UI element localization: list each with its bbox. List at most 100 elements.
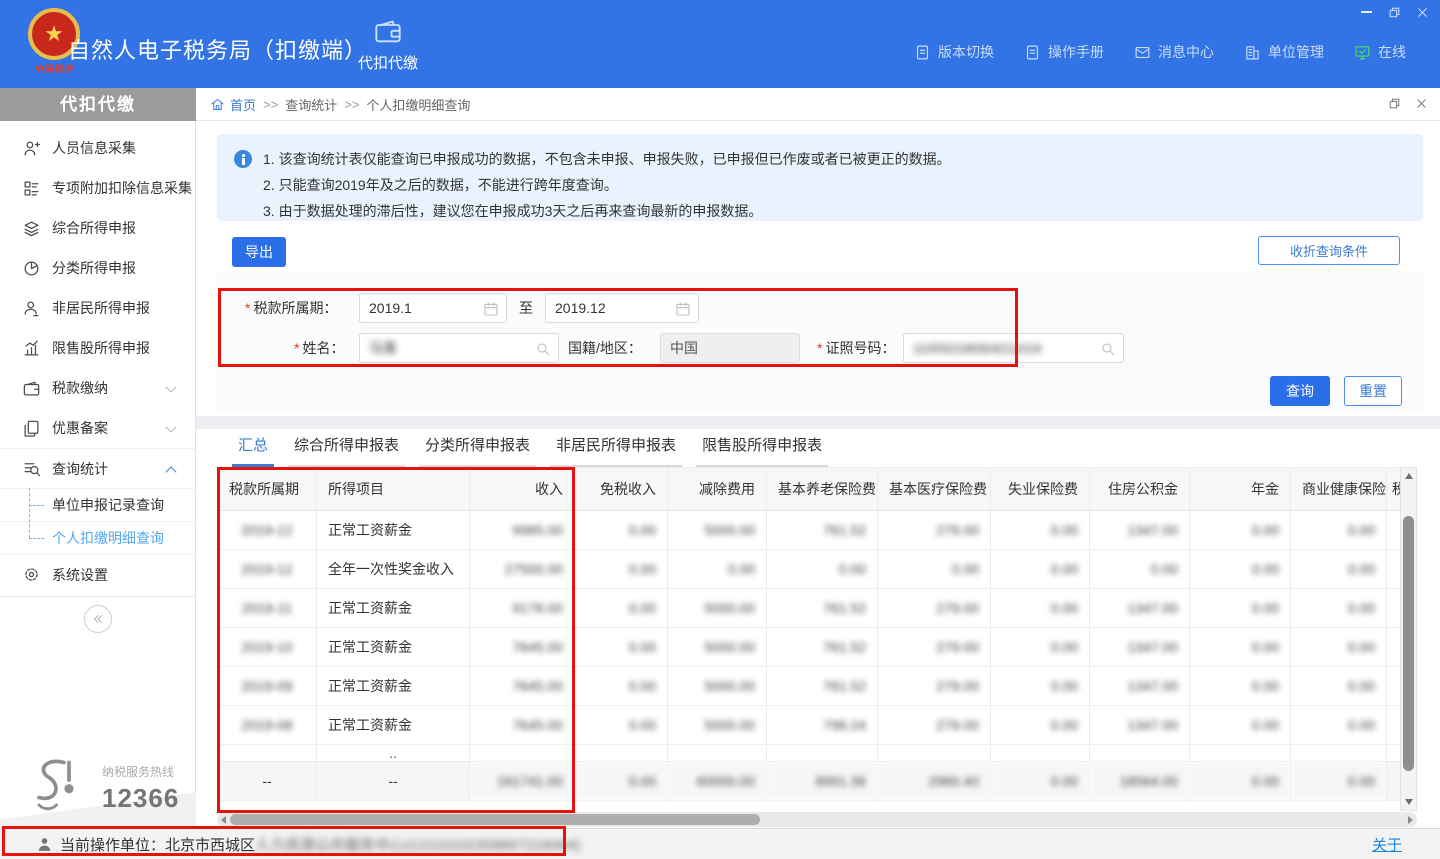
cell-amount: 0.00 <box>1291 628 1387 667</box>
current-unit-public: 北京市西城区 <box>165 834 255 855</box>
column-header: 税款所属期 <box>218 468 317 511</box>
current-unit-label: 当前操作单位： <box>60 834 165 855</box>
close-tab-icon[interactable] <box>1415 97 1428 110</box>
cell-period: 2019-09 <box>218 667 317 706</box>
module-nav-withholding[interactable]: 代扣代缴 <box>350 16 426 73</box>
cell-clipped <box>1190 745 1291 762</box>
sidebar-item-personnel-info[interactable]: 人员信息采集 <box>0 128 195 168</box>
search-list-icon <box>22 459 41 478</box>
total-amount: 0.00 <box>575 762 668 801</box>
vertical-scrollbar-thumb[interactable] <box>1403 516 1414 771</box>
table-total-row: ----161741.000.0060000.008991.362960.400… <box>218 762 1401 801</box>
cell-amount: 5000.00 <box>668 589 767 628</box>
calendar-icon[interactable] <box>483 301 499 317</box>
cell-period: 2019-12 <box>218 511 317 550</box>
cell-amount: 0.00 <box>878 550 991 589</box>
column-header: 减除费用 <box>668 468 767 511</box>
close-icon <box>1416 6 1429 19</box>
period-from-input[interactable]: 2019.1 <box>359 293 507 323</box>
cell-clipped <box>1090 745 1190 762</box>
table-row[interactable]: 2019-12全年一次性奖金收入27500.000.000.000.000.00… <box>218 550 1401 589</box>
sidebar-item-system-settings[interactable]: 系统设置 <box>0 554 195 594</box>
query-button[interactable]: 查询 <box>1270 376 1330 406</box>
bar-chart-icon <box>22 339 41 358</box>
total-amount: 8991.36 <box>767 762 878 801</box>
cell-amount: 9178.00 <box>470 589 575 628</box>
cell-income-item: 正常工资薪金 <box>317 667 470 706</box>
name-input[interactable]: 马某 <box>359 333 559 363</box>
sidebar-collapse-button[interactable] <box>84 605 112 633</box>
message-center-button[interactable]: 消息中心 <box>1134 42 1214 62</box>
cell-amount: 0.00 <box>1190 550 1291 589</box>
manual-button[interactable]: 操作手册 <box>1024 42 1104 62</box>
table-row[interactable]: 2019-10正常工资薪金7645.000.005000.00761.52279… <box>218 628 1401 667</box>
close-button[interactable] <box>1414 4 1430 20</box>
sidebar-item-special-deduction[interactable]: 专项附加扣除信息采集 <box>0 168 195 208</box>
cell-amount: 0.00 <box>1291 511 1387 550</box>
period-to-input[interactable]: 2019.12 <box>545 293 699 323</box>
version-switch-button[interactable]: 版本切换 <box>914 42 994 62</box>
table-row-clipped[interactable]: .. <box>218 745 1401 762</box>
search-icon[interactable] <box>535 341 551 357</box>
table-row[interactable]: 2019-08正常工资薪金7645.000.005000.00798.24279… <box>218 706 1401 745</box>
vertical-scrollbar[interactable] <box>1400 467 1417 811</box>
cell-amount: 0.00 <box>767 550 878 589</box>
collapse-query-button[interactable]: 收折查询条件 <box>1258 236 1400 265</box>
sidebar-item-tax-payment[interactable]: 税款缴纳 <box>0 368 195 408</box>
scroll-up-arrow[interactable] <box>1405 473 1413 479</box>
restore-button[interactable] <box>1386 4 1402 20</box>
cell-clipped <box>218 745 317 762</box>
sidebar-item-nonresident-income[interactable]: 非居民所得申报 <box>0 288 195 328</box>
name-value-blurred: 马某 <box>369 338 397 358</box>
cell-amount: 0.00 <box>575 706 668 745</box>
sidebar-item-preferential-filing[interactable]: 优惠备案 <box>0 408 195 448</box>
sidebar: 人员信息采集 专项附加扣除信息采集 综合所得申报 分类所得申报 非居民所得申报 … <box>0 121 196 828</box>
column-header: 住房公积金 <box>1090 468 1190 511</box>
total-amount: 0.00 <box>1190 762 1291 801</box>
calendar-icon[interactable] <box>675 301 691 317</box>
cell-amount: 279.00 <box>878 706 991 745</box>
sidebar-item-restricted-shares[interactable]: 限售股所得申报 <box>0 328 195 368</box>
tab-summary[interactable]: 汇总 <box>232 434 274 467</box>
unit-management-button[interactable]: 单位管理 <box>1244 42 1324 62</box>
about-link[interactable]: 关于 <box>1372 834 1402 855</box>
sidebar-item-classified-income[interactable]: 分类所得申报 <box>0 248 195 288</box>
horizontal-scrollbar-thumb[interactable] <box>230 814 760 825</box>
cell-clipped <box>1387 706 1401 745</box>
breadcrumb-home-link[interactable]: 首页 <box>230 95 256 114</box>
tab-1[interactable]: 综合所得申报表 <box>288 434 405 467</box>
cell-amount: 7645.00 <box>470 667 575 706</box>
table-row[interactable]: 2019-11正常工资薪金9178.000.005000.00761.52279… <box>218 589 1401 628</box>
pie-chart-icon <box>22 259 41 278</box>
chevron-up-icon <box>165 466 176 477</box>
cell-amount: 0.00 <box>575 511 668 550</box>
scroll-left-arrow[interactable] <box>221 816 226 824</box>
section-divider <box>196 416 1440 429</box>
export-button[interactable]: 导出 <box>232 237 286 267</box>
sidebar-item-comprehensive-income[interactable]: 综合所得申报 <box>0 208 195 248</box>
online-status[interactable]: 在线 <box>1354 42 1406 62</box>
cell-amount: 0.00 <box>1190 667 1291 706</box>
minimize-button[interactable] <box>1358 4 1374 20</box>
app-title: 自然人电子税务局（扣缴端） <box>68 33 367 65</box>
sidebar-title: 代扣代缴 <box>0 88 196 121</box>
cell-amount: 5000.00 <box>668 667 767 706</box>
tab-2[interactable]: 分类所得申报表 <box>419 434 536 467</box>
tab-4[interactable]: 限售股所得申报表 <box>696 434 828 467</box>
document-icon <box>1024 44 1041 61</box>
table-row[interactable]: 2019-09正常工资薪金7645.000.005000.00761.52279… <box>218 667 1401 706</box>
sidebar-item-query-statistics[interactable]: 查询统计 <box>0 448 195 488</box>
id-number-input[interactable]: 110552199304211019 <box>903 333 1124 363</box>
cell-clipped <box>575 745 668 762</box>
main-content: 1. 该查询统计表仅能查询已申报成功的数据，不包含未申报、申报失败，已申报但已作… <box>196 121 1440 828</box>
horizontal-scrollbar[interactable] <box>217 812 1417 827</box>
table-row[interactable]: 2019-12正常工资薪金9985.000.005000.00761.52279… <box>218 511 1401 550</box>
home-icon <box>210 97 225 112</box>
scroll-down-arrow[interactable] <box>1405 799 1413 805</box>
reset-button[interactable]: 重置 <box>1344 376 1402 406</box>
tab-3[interactable]: 非居民所得申报表 <box>550 434 682 467</box>
search-icon[interactable] <box>1100 341 1116 357</box>
scroll-right-arrow[interactable] <box>1408 816 1413 824</box>
id-number-label: *证照号码： <box>817 338 895 358</box>
restore-tab-icon[interactable] <box>1388 97 1401 110</box>
